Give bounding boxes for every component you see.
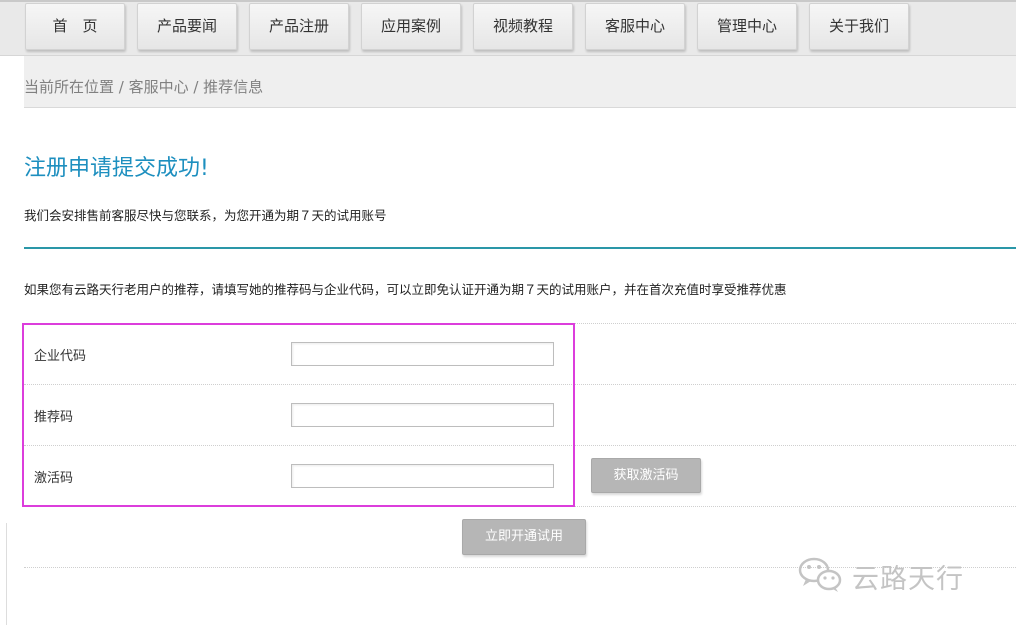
nav-item-admin-center[interactable]: 管理中心 <box>697 3 797 50</box>
top-strip <box>0 0 1016 2</box>
breadcrumb: 当前所在位置 / 客服中心 / 推荐信息 <box>24 78 264 96</box>
left-edge-panel <box>0 523 7 625</box>
watermark-text: 云路天行 <box>852 563 964 595</box>
nav-item-product-register[interactable]: 产品注册 <box>249 3 349 50</box>
top-nav-bar: 首 页 产品要闻 产品注册 应用案例 视频教程 客服中心 管理中心 关于我们 <box>0 0 1016 56</box>
success-title: 注册申请提交成功! <box>24 156 209 181</box>
section-divider <box>24 247 1016 249</box>
form-highlight-box <box>22 323 575 507</box>
nav-item-support-center[interactable]: 客服中心 <box>585 3 685 50</box>
nav-item-use-cases[interactable]: 应用案例 <box>361 3 461 50</box>
success-description: 我们会安排售前客服尽快与您联系，为您开通为期７天的试用账号 <box>24 208 387 223</box>
referral-note: 如果您有云路天行老用户的推荐，请填写她的推荐码与企业代码，可以立即免认证开通为期… <box>24 282 787 297</box>
start-trial-button[interactable]: 立即开通试用 <box>462 519 586 555</box>
watermark: 云路天行 <box>796 554 964 598</box>
nav-item-about-us[interactable]: 关于我们 <box>809 3 909 50</box>
wechat-icon <box>796 554 844 598</box>
nav-item-home[interactable]: 首 页 <box>25 3 125 50</box>
nav-item-video-tutorials[interactable]: 视频教程 <box>473 3 573 50</box>
nav-item-product-news[interactable]: 产品要闻 <box>137 3 237 50</box>
get-activation-code-button[interactable]: 获取激活码 <box>591 458 701 493</box>
